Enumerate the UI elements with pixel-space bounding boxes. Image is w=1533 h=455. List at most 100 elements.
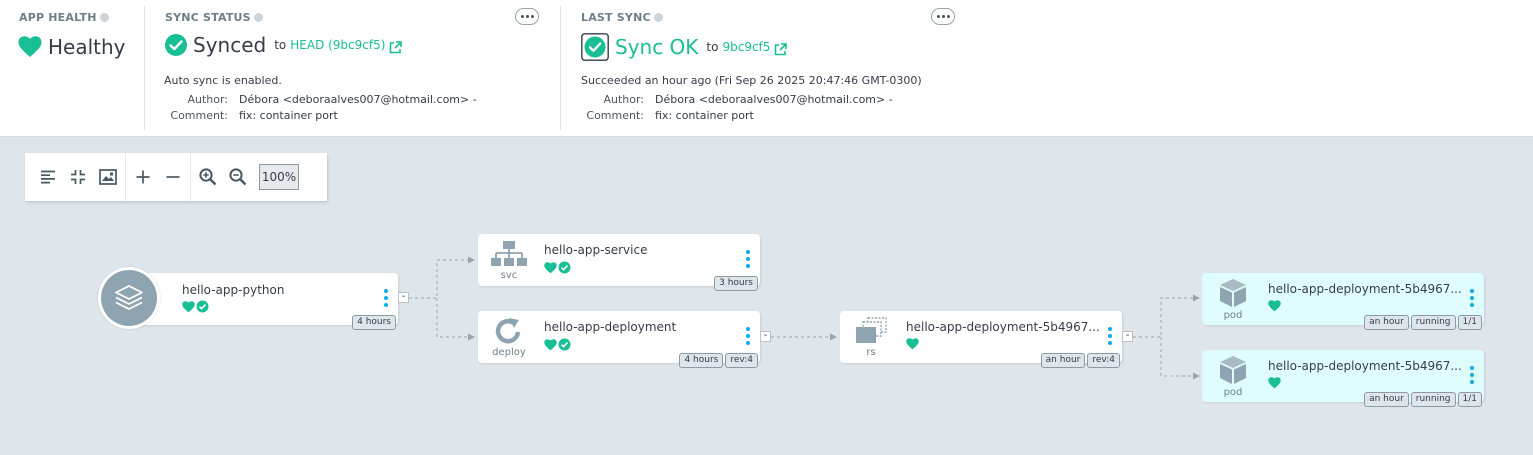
sync-revision-link[interactable]: HEAD (9bc9cf5) xyxy=(290,38,385,52)
node-tags: 3 hours xyxy=(714,276,758,291)
node-status xyxy=(1268,300,1281,312)
age-tag: an hour xyxy=(1040,353,1086,368)
node-menu-icon[interactable] xyxy=(384,289,388,307)
sync-status-title: SYNC STATUS xyxy=(165,11,263,24)
sync-to-label: to xyxy=(274,38,287,52)
node-tags: an hour running 1/1 xyxy=(1364,392,1482,407)
author-value: Débora <deboraalves007@hotmail.com> - xyxy=(655,93,893,106)
node-name: hello-app-deployment xyxy=(544,320,677,334)
sync-author-row: Author: Débora <deboraalves007@hotmail.c… xyxy=(164,93,477,106)
author-value: Débora <deboraalves007@hotmail.com> - xyxy=(239,93,477,106)
minimap-icon[interactable] xyxy=(93,162,123,192)
comment-label: Comment: xyxy=(586,109,644,122)
node-status xyxy=(182,300,209,313)
node-icon: deploy xyxy=(478,311,540,363)
expand-all-icon[interactable] xyxy=(128,162,158,192)
succeeded-text: Succeeded an hour ago (Fri Sep 26 2025 2… xyxy=(581,74,922,87)
graph-toolbar: 100% xyxy=(25,153,327,201)
auto-sync-text: Auto sync is enabled. xyxy=(164,74,282,87)
state-tag: running xyxy=(1410,392,1456,407)
node-icon: svc xyxy=(478,234,540,286)
sync-status-row: Synced to HEAD (9bc9cf5) xyxy=(164,33,403,57)
node-kind: svc xyxy=(500,269,518,281)
sync-status-label: Synced xyxy=(193,33,267,57)
collapse-all-icon[interactable] xyxy=(158,162,188,192)
replicaset-icon xyxy=(856,316,887,343)
age-tag: 4 hours xyxy=(679,353,724,368)
heart-icon xyxy=(906,338,919,350)
last-sync-author-row: Author: Débora <deboraalves007@hotmail.c… xyxy=(580,93,893,106)
heart-icon xyxy=(544,338,557,350)
refresh-icon xyxy=(495,317,521,343)
last-sync-panel: LAST SYNC Sync OK to 9bc9cf5 Succeeded a… xyxy=(561,0,981,130)
help-icon[interactable] xyxy=(253,13,263,22)
help-icon[interactable] xyxy=(99,13,109,22)
last-sync-comment-row: Comment: fix: container port xyxy=(580,109,754,122)
node-name: hello-app-deployment-5b4967... xyxy=(1268,282,1462,296)
last-sync-to-label: to xyxy=(706,40,719,54)
comment-value: fix: container port xyxy=(239,109,338,122)
node-name: hello-app-service xyxy=(544,243,648,257)
toolbar-divider xyxy=(125,153,126,201)
ready-tag: 1/1 xyxy=(1457,392,1482,407)
help-icon[interactable] xyxy=(653,13,663,22)
zoom-out-icon[interactable] xyxy=(223,162,253,192)
author-label: Author: xyxy=(187,93,228,106)
node-name: hello-app-deployment-5b4967... xyxy=(906,320,1100,334)
state-tag: running xyxy=(1410,315,1456,330)
zoom-in-icon[interactable] xyxy=(193,162,223,192)
last-sync-more-button[interactable] xyxy=(931,8,955,25)
revision-tag: rev:4 xyxy=(725,353,758,368)
node-icon: pod xyxy=(1202,350,1264,402)
last-sync-revision-link[interactable]: 9bc9cf5 xyxy=(722,40,770,54)
node-kind: deploy xyxy=(492,346,526,358)
service-node[interactable]: svc hello-app-service 3 hours xyxy=(478,234,760,291)
network-icon xyxy=(491,240,527,266)
deployment-node[interactable]: deploy hello-app-deployment 4 hours rev:… xyxy=(478,311,760,368)
last-sync-title: LAST SYNC xyxy=(581,11,663,24)
ready-tag: 1/1 xyxy=(1457,315,1482,330)
check-circle-icon xyxy=(558,261,571,274)
app-health-label: Healthy xyxy=(48,35,126,59)
app-health-status: Healthy xyxy=(18,35,126,59)
cube-icon xyxy=(1220,278,1246,307)
node-status xyxy=(544,261,571,274)
collapse-toggle[interactable]: - xyxy=(760,331,771,342)
sync-status-panel: SYNC STATUS Synced to HEAD (9bc9cf5) Aut… xyxy=(145,0,560,130)
sync-status-more-button[interactable] xyxy=(515,8,539,25)
cube-icon xyxy=(1220,355,1246,384)
node-menu-icon[interactable] xyxy=(1108,327,1112,345)
node-menu-icon[interactable] xyxy=(746,250,750,268)
external-link-icon[interactable] xyxy=(389,39,403,53)
node-tags: an hour running 1/1 xyxy=(1364,315,1482,330)
heart-icon xyxy=(544,261,557,273)
collapse-toggle[interactable]: - xyxy=(398,292,409,303)
application-icon xyxy=(98,267,160,329)
check-circle-icon xyxy=(196,300,209,313)
heart-icon xyxy=(1268,300,1281,312)
zoom-level-input[interactable]: 100% xyxy=(259,164,299,190)
app-health-panel: APP HEALTH Healthy xyxy=(0,0,144,130)
age-tag: 3 hours xyxy=(714,276,758,291)
revision-tag: rev:4 xyxy=(1087,353,1120,368)
app-health-title: APP HEALTH xyxy=(19,11,109,24)
collapse-toggle[interactable]: - xyxy=(1122,331,1133,342)
node-menu-icon[interactable] xyxy=(746,327,750,345)
pod-node[interactable]: pod hello-app-deployment-5b4967... an ho… xyxy=(1202,273,1484,330)
status-bar: APP HEALTH Healthy SYNC STATUS Synced to… xyxy=(0,0,1533,137)
external-link-icon[interactable] xyxy=(774,41,788,55)
sync-comment-row: Comment: fix: container port xyxy=(164,109,338,122)
node-kind: pod xyxy=(1223,386,1243,398)
node-menu-icon[interactable] xyxy=(1470,289,1474,307)
list-view-icon[interactable] xyxy=(33,162,63,192)
node-icon: pod xyxy=(1202,273,1264,325)
node-menu-icon[interactable] xyxy=(1470,366,1474,384)
fit-screen-icon[interactable] xyxy=(63,162,93,192)
replicaset-node[interactable]: rs hello-app-deployment-5b4967... an hou… xyxy=(840,311,1122,368)
pod-node[interactable]: pod hello-app-deployment-5b4967... an ho… xyxy=(1202,350,1484,407)
node-status xyxy=(544,338,571,351)
comment-value: fix: container port xyxy=(655,109,754,122)
app-node[interactable]: hello-app-python 4 hours xyxy=(128,273,398,330)
check-circle-icon xyxy=(164,33,188,57)
node-status xyxy=(1268,377,1281,389)
